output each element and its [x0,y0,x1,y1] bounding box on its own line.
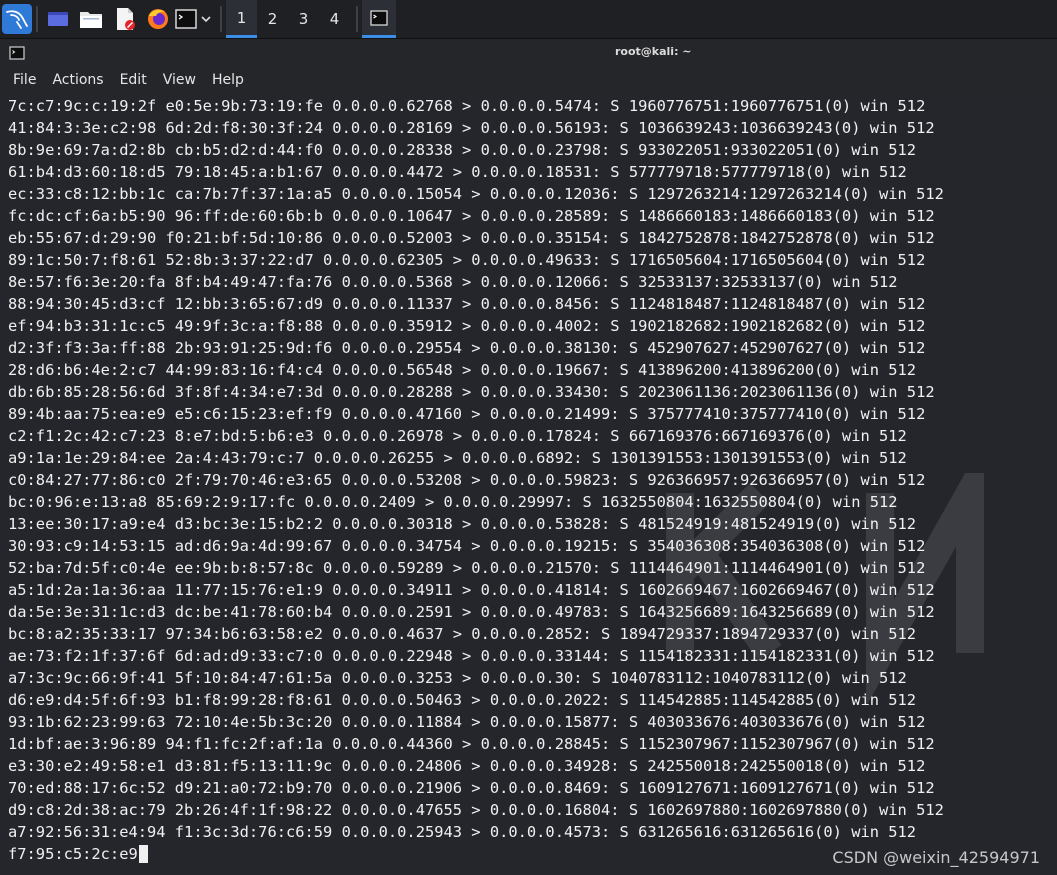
chevron-down-icon [201,16,211,23]
terminal-line: db:6b:85:28:56:6d 3f:8f:4:34:e7:3d 0.0.0… [8,383,935,401]
firefox-button[interactable] [142,0,174,38]
terminal-line: fc:dc:cf:6a:b5:90 96:ff:de:60:6b:b 0.0.0… [8,207,935,225]
terminal-line: bc:0:96:e:13:a8 85:69:2:9:17:fc 0.0.0.0.… [8,493,898,511]
terminal-line: 1d:bf:ae:3:96:89 94:f1:fc:2f:af:1a 0.0.0… [8,735,935,753]
terminal-line: 8e:57:f6:3e:20:fa 8f:b4:49:47:fa:76 0.0.… [8,273,898,291]
terminal-line: 93:1b:62:23:99:63 72:10:4e:5b:3c:20 0.0.… [8,713,926,731]
taskbar-separator [36,6,38,32]
terminal-line: 28:d6:b6:4e:2:c7 44:99:83:16:f4:c4 0.0.0… [8,361,917,379]
window-title: root@kali: ~ [615,45,692,58]
terminal-line: 88:94:30:45:d3:cf 12:bb:3:65:67:d9 0.0.0… [8,295,926,313]
menu-edit[interactable]: Edit [120,72,147,88]
terminal-line: bc:8:a2:35:33:17 97:34:b6:63:58:e2 0.0.0… [8,625,917,643]
terminal-line: ae:73:f2:1f:37:6f 6d:ad:d9:33:c7:0 0.0.0… [8,647,935,665]
workspace-4-button[interactable]: 4 [319,0,350,38]
firefox-icon [148,9,168,29]
terminal-current-input: f7:95:c5:2c:e9 [8,845,138,863]
menu-view[interactable]: View [163,72,196,88]
terminal-line: 30:93:c9:14:53:15 ad:d6:9a:4d:99:67 0.0.… [8,537,926,555]
terminal-line: ec:33:c8:12:bb:1c ca:7b:7f:37:1a:a5 0.0.… [8,185,944,203]
terminal-line: 8b:9e:69:7a:d2:8b cb:b5:d2:d:44:f0 0.0.0… [8,141,917,159]
terminal-line: eb:55:67:d:29:90 f0:21:bf:5d:10:86 0.0.0… [8,229,935,247]
terminal-line: d6:e9:d4:5f:6f:93 b1:f8:99:28:f8:61 0.0.… [8,691,917,709]
workspace-2-button[interactable]: 2 [257,0,288,38]
taskbar-separator [356,6,358,32]
terminal-input-line[interactable]: f7:95:c5:2c:e9 [8,843,944,865]
menu-help[interactable]: Help [212,72,244,88]
menubar: File Actions Edit View Help [0,67,1057,93]
terminal-launcher-button[interactable] [174,0,198,38]
terminal-line: da:5e:3e:31:1c:d3 dc:be:41:78:60:b4 0.0.… [8,603,935,621]
taskbar-terminal-window[interactable] [362,0,396,38]
terminal-line: 70:ed:88:17:6c:52 d9:21:a0:72:b9:70 0.0.… [8,779,935,797]
terminal-line: a7:92:56:31:e4:94 f1:3c:3d:76:c6:59 0.0.… [8,823,917,841]
workspace-3-button[interactable]: 3 [288,0,319,38]
menu-file[interactable]: File [13,72,36,88]
kali-menu-button[interactable] [0,0,32,38]
terminal-icon [175,9,197,29]
terminal-line: ef:94:b3:31:1c:c5 49:9f:3c:a:f8:88 0.0.0… [8,317,926,335]
terminal-line: a5:1d:2a:1a:36:aa 11:77:15:76:e1:9 0.0.0… [8,581,935,599]
terminal-line: c0:84:27:77:86:c0 2f:79:70:46:e3:65 0.0.… [8,471,926,489]
terminal-line: a7:3c:9c:66:9f:41 5f:10:84:47:61:5a 0.0.… [8,669,907,687]
terminal-line: 52:ba:7d:5f:c0:4e ee:9b:b:8:57:8c 0.0.0.… [8,559,926,577]
terminal-line: 89:1c:50:7:f8:61 52:8b:3:37:22:d7 0.0.0.… [8,251,926,269]
text-editor-icon [117,8,135,30]
text-editor-button[interactable] [108,0,142,38]
desktop: 1 2 3 4 root@kali: ~ File Actions Edit V… [0,0,1057,875]
terminal-line: 89:4b:aa:75:ea:e9 e5:c6:15:23:ef:f9 0.0.… [8,405,926,423]
taskbar: 1 2 3 4 [0,0,1057,39]
menu-actions[interactable]: Actions [52,72,103,88]
terminal-window-icon [370,9,388,26]
file-manager-button[interactable] [74,0,108,38]
terminal-dropdown-button[interactable] [198,0,214,38]
terminal-line: 41:84:3:3e:c2:98 6d:2d:f8:30:3f:24 0.0.0… [8,119,935,137]
workspace-switcher-button[interactable] [42,0,74,38]
terminal-output[interactable]: 7c:c7:9c:c:19:2f e0:5e:9b:73:19:fe 0.0.0… [0,93,1057,875]
workspace-1-button[interactable]: 1 [226,0,257,38]
workspace-switcher-icon [48,12,68,26]
terminal-lines: 7c:c7:9c:c:19:2f e0:5e:9b:73:19:fe 0.0.0… [8,95,944,865]
terminal-line: d9:c8:2d:38:ac:79 2b:26:4f:1f:98:22 0.0.… [8,801,944,819]
terminal-line: d2:3f:f3:3a:ff:88 2b:93:91:25:9d:f6 0.0.… [8,339,926,357]
text-cursor [138,845,148,863]
window-titlebar[interactable]: root@kali: ~ [0,39,1057,67]
terminal-line: e3:30:e2:49:58:e1 d3:81:f5:13:11:9c 0.0.… [8,757,926,775]
terminal-line: a9:1a:1e:29:84:ee 2a:4:43:79:c:7 0.0.0.0… [8,449,907,467]
terminal-line: c2:f1:2c:42:c7:23 8:e7:bd:5:b6:e3 0.0.0.… [8,427,907,445]
terminal-line: 61:b4:d3:60:18:d5 79:18:45:a:b1:67 0.0.0… [8,163,907,181]
file-manager-icon [80,12,102,28]
terminal-line: 7c:c7:9c:c:19:2f e0:5e:9b:73:19:fe 0.0.0… [8,97,926,115]
terminal-line: 13:ee:30:17:a9:e4 d3:bc:3e:15:b2:2 0.0.0… [8,515,917,533]
csdn-watermark: CSDN @weixin_42594971 [832,848,1040,867]
taskbar-separator [220,6,222,32]
kali-menu-icon [1,4,32,34]
